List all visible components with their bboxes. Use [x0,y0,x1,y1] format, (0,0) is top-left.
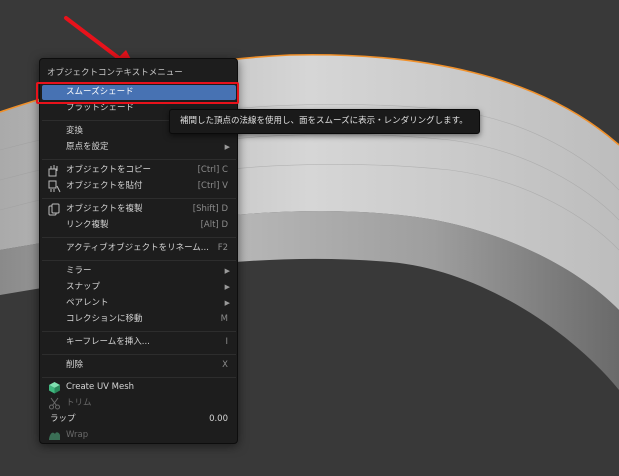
menu-item-insert-keyframe[interactable]: キーフレームを挿入... I [42,335,236,350]
menu-item-label: ペアレント [66,298,109,308]
menu-item-set-origin[interactable]: 原点を設定 ▶ [42,140,236,155]
shortcut-label: I [225,337,228,347]
annotation-highlight-box [36,82,239,104]
shortcut-label: [Ctrl] C [197,165,228,175]
wrap-field-label: ラップ [50,414,76,424]
menu-item-label: 変換 [66,126,84,136]
shortcut-label: [Shift] D [192,204,228,214]
menu-item-label: スナップ [66,282,101,292]
menu-item-mirror[interactable]: ミラー ▶ [42,264,236,279]
tooltip: 補間した頂点の法線を使用し、面をスムーズに表示・レンダリングします。 [169,109,480,134]
scissors-icon [49,397,60,410]
paste-icon [48,180,61,193]
menu-title: オブジェクトコンテキストメニュー [47,68,183,78]
menu-separator [42,260,236,261]
submenu-arrow-icon: ▶ [224,283,230,291]
menu-separator [42,377,236,378]
menu-separator [42,198,236,199]
menu-separator [42,237,236,238]
menu-item-label: 削除 [66,360,84,370]
menu-item-label: 原点を設定 [66,142,109,152]
duplicate-icon [48,203,60,216]
menu-item-create-uv-mesh[interactable]: Create UV Mesh [42,380,236,395]
menu-item-label: ミラー [66,266,92,276]
menu-item-duplicate-objects[interactable]: オブジェクトを複製 [Shift] D [42,202,236,217]
menu-separator [42,331,236,332]
menu-item-label: オブジェクトを複製 [66,204,143,214]
submenu-arrow-icon: ▶ [224,299,230,307]
menu-item-paste-objects[interactable]: オブジェクトを貼付 [Ctrl] V [42,179,236,194]
wrap-value-field[interactable]: ラップ 0.00 [42,412,236,427]
menu-item-move-to-collection[interactable]: コレクションに移動 M [42,312,236,327]
menu-item-label: Wrap [66,430,89,440]
shortcut-label: X [222,360,228,370]
menu-separator [42,354,236,355]
copy-icon [48,165,58,177]
menu-item-wrap[interactable]: Wrap [42,428,236,443]
wrap-field-value: 0.00 [209,414,228,424]
menu-item-snap[interactable]: スナップ ▶ [42,280,236,295]
menu-item-label: コレクションに移動 [66,314,143,324]
menu-item-label: アクティブオブジェクトをリネーム... [66,243,209,253]
shortcut-label: [Ctrl] V [197,181,228,191]
shortcut-label: F2 [217,243,228,253]
menu-item-rename-active[interactable]: アクティブオブジェクトをリネーム... F2 [42,241,236,256]
menu-item-label: キーフレームを挿入... [66,337,150,347]
menu-item-label: オブジェクトを貼付 [66,181,143,191]
submenu-arrow-icon: ▶ [224,267,230,275]
shortcut-label: [Alt] D [200,220,228,230]
menu-item-delete[interactable]: 削除 X [42,358,236,373]
menu-item-duplicate-linked[interactable]: リンク複製 [Alt] D [42,218,236,233]
wrap-mesh-icon [49,432,60,440]
menu-item-copy-objects[interactable]: オブジェクトをコピー [Ctrl] C [42,163,236,178]
uv-cube-icon [49,382,60,394]
menu-separator [42,159,236,160]
shortcut-label: M [220,314,228,324]
menu-item-trim[interactable]: トリム [42,396,236,411]
tooltip-text: 補間した頂点の法線を使用し、面をスムーズに表示・レンダリングします。 [180,116,468,126]
menu-item-label: リンク複製 [66,220,109,230]
menu-item-label: Create UV Mesh [66,382,135,392]
submenu-arrow-icon: ▶ [224,143,230,151]
menu-item-label: オブジェクトをコピー [66,165,152,175]
menu-item-label: トリム [66,398,92,408]
menu-item-parent[interactable]: ペアレント ▶ [42,296,236,311]
